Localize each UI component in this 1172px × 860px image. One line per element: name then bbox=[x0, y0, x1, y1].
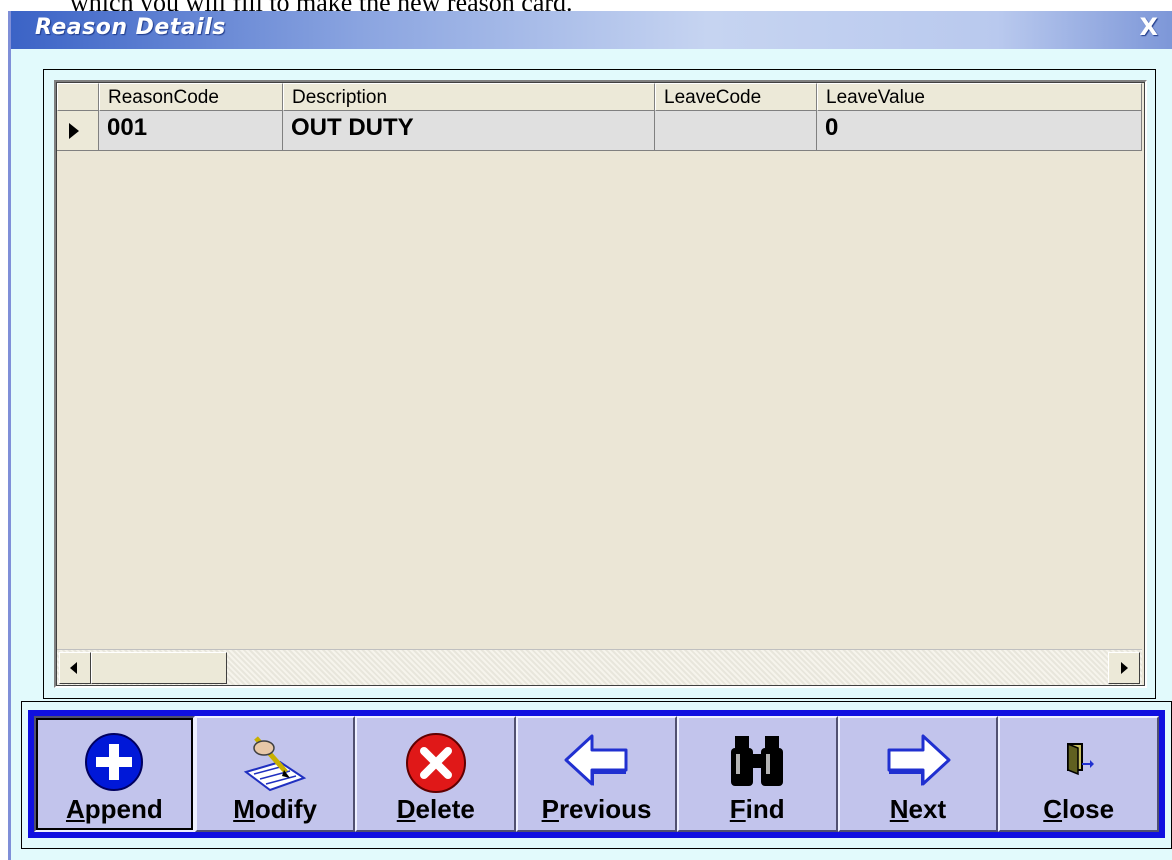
x-circle-icon bbox=[405, 733, 466, 793]
reason-details-window: Reason Details X ReasonCode Description … bbox=[8, 11, 1172, 860]
toolbar-frame: Append Modify Delete Previous Find Next … bbox=[21, 701, 1172, 849]
column-header-leavevalue[interactable]: LeaveValue bbox=[817, 83, 1142, 111]
cell-leavevalue[interactable]: 0 bbox=[817, 111, 1142, 151]
scroll-right-button[interactable] bbox=[1108, 652, 1140, 684]
cell-description[interactable]: OUT DUTY bbox=[283, 111, 655, 151]
append-button[interactable]: Append bbox=[34, 716, 195, 832]
horizontal-scrollbar[interactable] bbox=[57, 649, 1142, 685]
previous-button[interactable]: Previous bbox=[516, 716, 677, 832]
action-toolbar: Append Modify Delete Previous Find Next … bbox=[28, 710, 1165, 838]
column-header-reasoncode[interactable]: ReasonCode bbox=[99, 83, 283, 111]
close-label: Close bbox=[1043, 794, 1115, 824]
row-selector[interactable] bbox=[57, 111, 99, 151]
pen-notepad-icon bbox=[243, 736, 307, 792]
delete-button[interactable]: Delete bbox=[355, 716, 517, 832]
close-button[interactable]: Close bbox=[998, 716, 1160, 832]
modify-label: Modify bbox=[233, 794, 317, 824]
append-label: Append bbox=[65, 794, 163, 824]
find-label: Find bbox=[729, 794, 785, 824]
scroll-thumb[interactable] bbox=[91, 652, 227, 684]
close-icon[interactable]: X bbox=[1139, 13, 1158, 41]
next-button[interactable]: Next bbox=[837, 716, 999, 832]
current-row-arrow-icon bbox=[69, 123, 79, 139]
chevron-left-icon bbox=[70, 662, 77, 674]
chevron-right-icon bbox=[1121, 662, 1128, 674]
cell-reasoncode[interactable]: 001 bbox=[99, 111, 283, 151]
door-exit-icon bbox=[1066, 742, 1094, 776]
grid-frame: ReasonCode Description LeaveCode LeaveVa… bbox=[43, 69, 1156, 699]
cell-leavecode[interactable] bbox=[655, 111, 817, 151]
reasons-grid[interactable]: ReasonCode Description LeaveCode LeaveVa… bbox=[54, 80, 1147, 688]
column-header-leavecode[interactable]: LeaveCode bbox=[655, 83, 817, 111]
title-bar: Reason Details X bbox=[11, 11, 1172, 49]
arrow-right-icon bbox=[887, 734, 951, 786]
window-title: Reason Details bbox=[35, 15, 226, 40]
table-row[interactable]: 001 OUT DUTY 0 bbox=[57, 111, 1142, 151]
plus-circle-icon bbox=[85, 733, 144, 791]
column-header-description[interactable]: Description bbox=[283, 83, 655, 111]
modify-button[interactable]: Modify bbox=[194, 716, 356, 832]
find-button[interactable]: Find bbox=[676, 716, 838, 832]
scroll-left-button[interactable] bbox=[59, 652, 91, 684]
previous-label: Previous bbox=[541, 794, 652, 824]
delete-label: Delete bbox=[396, 794, 475, 824]
next-label: Next bbox=[889, 794, 947, 824]
binoculars-icon bbox=[731, 736, 784, 786]
grid-header-row: ReasonCode Description LeaveCode LeaveVa… bbox=[57, 83, 1142, 111]
header-selector-cell bbox=[57, 83, 99, 111]
arrow-left-icon bbox=[564, 734, 628, 786]
